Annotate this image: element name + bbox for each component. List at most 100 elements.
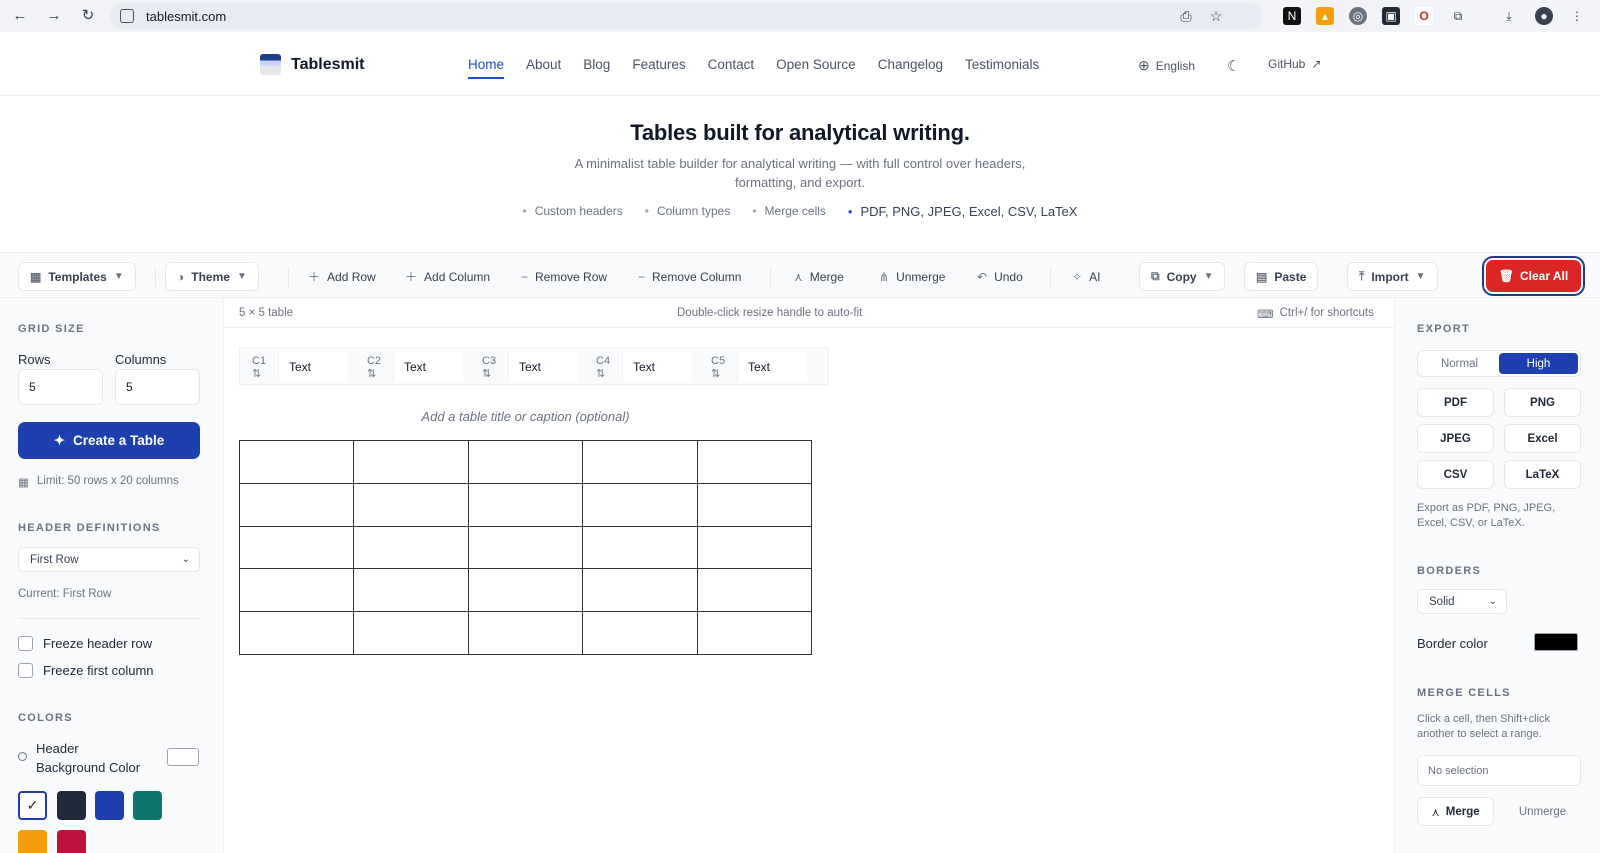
unmerge-button[interactable]: ⋔ Unmerge — [875, 262, 949, 291]
export-latex-button[interactable]: LaTeX — [1504, 460, 1581, 489]
table-cell[interactable] — [238, 525, 355, 570]
column-header[interactable]: C3 ⇅ Text — [470, 348, 578, 386]
column-header[interactable]: C2 ⇅ Text — [355, 348, 463, 386]
paste-button[interactable]: ▤ Paste — [1244, 262, 1319, 291]
table-cell[interactable] — [696, 568, 813, 613]
nav-features[interactable]: Features — [632, 57, 685, 79]
export-pdf-button[interactable]: PDF — [1417, 388, 1494, 417]
table-cell[interactable] — [467, 568, 584, 613]
column-id[interactable]: C2 ⇅ — [355, 355, 393, 380]
merge-button[interactable]: ⋏ Merge — [790, 262, 848, 291]
nav-changelog[interactable]: Changelog — [878, 57, 943, 79]
back-icon[interactable]: ← — [12, 8, 28, 24]
table-cell[interactable] — [696, 482, 813, 527]
table-cell[interactable] — [238, 611, 355, 655]
nav-blog[interactable]: Blog — [583, 57, 610, 79]
table-cell[interactable] — [467, 440, 584, 484]
add-row-button[interactable]: ＋ Add Row — [304, 262, 380, 291]
table-cell[interactable] — [582, 611, 698, 655]
column-type-select[interactable]: Text — [737, 352, 807, 382]
color-swatch-blue[interactable] — [95, 791, 124, 820]
templates-button[interactable]: ▦ Templates ▼ — [18, 262, 136, 291]
table-cell[interactable] — [696, 611, 813, 655]
create-table-button[interactable]: ✦ Create a Table — [18, 422, 200, 459]
forward-icon[interactable]: → — [46, 8, 62, 24]
color-swatch-dark[interactable] — [57, 791, 86, 820]
column-id[interactable]: C1 ⇅ — [240, 355, 278, 380]
column-header[interactable]: C1 ⇅ Text — [240, 348, 348, 386]
table-cell[interactable] — [467, 482, 584, 527]
header-bg-color-preview[interactable] — [167, 748, 199, 766]
nav-contact[interactable]: Contact — [708, 57, 755, 79]
table-cell[interactable] — [696, 525, 813, 570]
header-definition-select[interactable]: First Row ⌄ — [18, 547, 200, 572]
avatar[interactable]: ● — [1535, 7, 1553, 25]
caption-input[interactable]: Add a table title or caption (optional) — [239, 409, 812, 424]
unmerge-cells-button[interactable]: Unmerge — [1504, 797, 1581, 826]
color-swatch-red[interactable] — [57, 830, 86, 853]
column-id[interactable]: C4 ⇅ — [584, 355, 622, 380]
table-cell[interactable] — [696, 440, 813, 484]
remove-column-button[interactable]: − Remove Column — [634, 262, 745, 291]
table-cell[interactable] — [467, 525, 584, 570]
export-png-button[interactable]: PNG — [1504, 388, 1581, 417]
logo[interactable]: Tablesmit — [260, 54, 365, 75]
export-excel-button[interactable]: Excel — [1504, 424, 1581, 453]
download-icon[interactable]: ⤓ — [1500, 7, 1518, 25]
theme-button[interactable]: ◑ Theme ▼ — [165, 262, 259, 291]
table-cell[interactable] — [582, 440, 698, 484]
reload-icon[interactable]: ↻ — [80, 8, 96, 24]
import-button[interactable]: ⤒ Import ▼ — [1347, 262, 1438, 291]
table-cell[interactable] — [582, 568, 698, 613]
clear-all-button[interactable]: 🗑 Clear All — [1486, 260, 1581, 292]
column-type-select[interactable]: Text — [393, 352, 463, 382]
table-cell[interactable] — [353, 525, 469, 570]
freeze-header-checkbox[interactable]: Freeze header row — [18, 636, 152, 651]
bookmark-star-icon[interactable]: ☆ — [1208, 8, 1224, 24]
table-cell[interactable] — [467, 611, 584, 655]
undo-button[interactable]: ↶ Undo — [973, 262, 1027, 291]
export-csv-button[interactable]: CSV — [1417, 460, 1494, 489]
table-cell[interactable] — [238, 482, 355, 527]
checkbox-box[interactable] — [18, 636, 33, 651]
table-cell[interactable] — [353, 568, 469, 613]
color-swatch-white[interactable]: ✓ — [18, 791, 47, 820]
table-cell[interactable] — [238, 568, 355, 613]
extension-icon[interactable]: ▴ — [1316, 7, 1334, 25]
address-bar[interactable]: tablesmit.com ⎙ ☆ — [110, 3, 1262, 29]
table-cell[interactable] — [353, 611, 469, 655]
language-switcher[interactable]: ⊕ English — [1138, 57, 1195, 74]
site-settings-icon[interactable] — [120, 9, 134, 23]
extension-icon[interactable]: ◎ — [1349, 7, 1367, 25]
extension-icon[interactable]: ▣ — [1382, 7, 1400, 25]
column-id[interactable]: C5 ⇅ — [699, 355, 737, 380]
freeze-first-column-checkbox[interactable]: Freeze first column — [18, 663, 154, 678]
puzzle-extensions-icon[interactable]: ⧉ — [1449, 7, 1467, 25]
notion-extension-icon[interactable]: N — [1283, 7, 1301, 25]
table-cell[interactable] — [582, 482, 698, 527]
ai-button[interactable]: ✧ AI — [1068, 262, 1104, 291]
table-cell[interactable] — [353, 440, 469, 484]
color-swatch-teal[interactable] — [133, 791, 162, 820]
opera-icon[interactable]: O — [1415, 7, 1433, 25]
table-cell[interactable] — [582, 525, 698, 570]
table-cell[interactable] — [238, 440, 355, 484]
column-header[interactable]: C4 ⇅ Text — [584, 348, 692, 386]
dark-mode-icon[interactable]: ☾ — [1227, 57, 1240, 75]
column-type-select[interactable]: Text — [278, 352, 348, 382]
quality-high-option[interactable]: High — [1499, 353, 1578, 374]
copy-button[interactable]: ⧉ Copy ▼ — [1139, 262, 1226, 291]
column-type-select[interactable]: Text — [508, 352, 578, 382]
column-id[interactable]: C3 ⇅ — [470, 355, 508, 380]
column-type-select[interactable]: Text — [622, 352, 692, 382]
nav-testimonials[interactable]: Testimonials — [965, 57, 1039, 79]
nav-about[interactable]: About — [526, 57, 561, 79]
color-swatch-amber[interactable] — [18, 830, 47, 853]
add-column-button[interactable]: ＋ Add Column — [401, 262, 494, 291]
table-cell[interactable] — [353, 482, 469, 527]
install-app-icon[interactable]: ⎙ — [1178, 8, 1194, 24]
github-link[interactable]: GitHub ↗ — [1268, 57, 1321, 71]
rows-input[interactable]: 5 — [18, 369, 103, 405]
more-menu-icon[interactable]: ⋮ — [1568, 7, 1586, 25]
merge-cells-button[interactable]: ⋏ Merge — [1417, 797, 1494, 826]
